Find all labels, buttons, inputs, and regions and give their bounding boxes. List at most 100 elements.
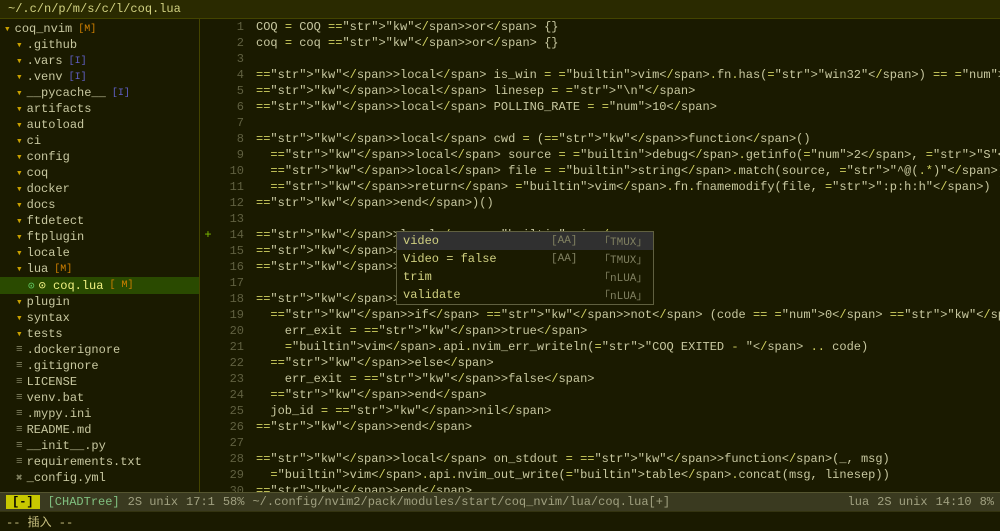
tree-item-license[interactable]: ≡ LICENSE bbox=[0, 374, 199, 390]
line-content-29: ="builtin">vim</span>.api.nvim_out_write… bbox=[252, 467, 1000, 483]
line-number-16: 16 bbox=[216, 259, 252, 275]
status-right-pos: 2S unix bbox=[877, 495, 927, 509]
line-number-5: 5 bbox=[216, 83, 252, 99]
tree-icon-coq_lua: ⊙ bbox=[28, 279, 35, 293]
code-line-20: 20 err_exit = =="str">"kw"</span>>true</… bbox=[200, 323, 1000, 339]
tree-item-config[interactable]: ▾config bbox=[0, 149, 199, 165]
editor-pane: 1COQ = COQ =="str">"kw"</span>>or</span>… bbox=[200, 19, 1000, 492]
tree-item-artifacts[interactable]: ▾artifacts bbox=[0, 101, 199, 117]
tree-label-license: LICENSE bbox=[27, 375, 77, 389]
tree-item-requirements[interactable]: ≡requirements.txt bbox=[0, 454, 199, 470]
tree-item-tests[interactable]: ▾ tests bbox=[0, 326, 199, 342]
tree-item-gitignore[interactable]: ≡.gitignore bbox=[0, 358, 199, 374]
tree-item-syntax[interactable]: ▾syntax bbox=[0, 310, 199, 326]
completion-item-3[interactable]: validate「nLUA」 bbox=[397, 286, 653, 304]
completion-popup[interactable]: video[AA]「TMUX」Video = false[AA]「TMUX」tr… bbox=[396, 231, 654, 305]
tree-item-init_py[interactable]: ≡__init__.py bbox=[0, 438, 199, 454]
tree-icon-license: ≡ bbox=[16, 376, 23, 388]
completion-kind-0: [AA] bbox=[551, 235, 591, 247]
tree-item-vars[interactable]: ▾.vars[I] bbox=[0, 53, 199, 69]
tree-item-lua[interactable]: ▾lua[M] bbox=[0, 261, 199, 277]
tree-item-coq_lua[interactable]: ⊙⊙ coq.lua[ M] bbox=[0, 277, 199, 294]
line-content-21: ="builtin">vim</span>.api.nvim_err_write… bbox=[252, 339, 1000, 355]
tree-label-config_yml: _config.yml bbox=[27, 471, 106, 485]
completion-item-1[interactable]: Video = false[AA]「TMUX」 bbox=[397, 250, 653, 268]
tree-icon-lua: ▾ bbox=[16, 262, 23, 276]
tree-icon-coq_nvim: ▾ bbox=[4, 22, 11, 36]
tree-label-tests: tests bbox=[27, 327, 63, 341]
code-line-24: 24 =="str">"kw"</span>>end</span> bbox=[200, 387, 1000, 403]
completion-extra-3: 「nLUA」 bbox=[599, 287, 647, 303]
tree-icon-autoload: ▾ bbox=[16, 118, 23, 132]
tree-item-venv[interactable]: ▾.venv[I] bbox=[0, 69, 199, 85]
status-right: lua 2S unix 14:10 8% bbox=[848, 495, 994, 509]
code-area[interactable]: 1COQ = COQ =="str">"kw"</span>>or</span>… bbox=[200, 19, 1000, 492]
code-line-30: 30=="str">"kw"</span>>end</span> bbox=[200, 483, 1000, 492]
tree-icon-tests: ▾ bbox=[16, 327, 23, 341]
line-number-3: 3 bbox=[216, 51, 252, 67]
tree-icon-syntax: ▾ bbox=[16, 311, 23, 325]
tree-item-ftplugin[interactable]: ▾ftplugin bbox=[0, 229, 199, 245]
tree-label-venv_bat: venv.bat bbox=[27, 391, 85, 405]
line-content-10: =="str">"kw"</span>>local</span> file = … bbox=[252, 163, 1000, 179]
tree-icon-docs: ▾ bbox=[16, 198, 23, 212]
tree-item-coq_nvim[interactable]: ▾coq_nvim[M] bbox=[0, 21, 199, 37]
code-line-22: 22 =="str">"kw"</span>>else</span> bbox=[200, 355, 1000, 371]
completion-kind-1: [AA] bbox=[551, 253, 591, 265]
tree-item-coq[interactable]: ▾coq bbox=[0, 165, 199, 181]
line-content-1: COQ = COQ =="str">"kw"</span>>or</span> … bbox=[252, 19, 1000, 35]
completion-item-0[interactable]: video[AA]「TMUX」 bbox=[397, 232, 653, 250]
status-left: [-] [CHADTree] 2S unix 17:1 58% ~/.confi… bbox=[6, 495, 670, 509]
tree-badge-lua: [M] bbox=[54, 264, 72, 275]
line-content-26: =="str">"kw"</span>>end</span> bbox=[252, 419, 1000, 435]
tree-item-mypy_ini[interactable]: ≡.mypy.ini bbox=[0, 406, 199, 422]
tree-label-mypy_ini: .mypy.ini bbox=[27, 407, 92, 421]
line-number-7: 7 bbox=[216, 115, 252, 131]
line-number-30: 30 bbox=[216, 483, 252, 492]
tree-item-github[interactable]: ▾.github bbox=[0, 37, 199, 53]
tree-item-config_yml[interactable]: ✖_config.yml bbox=[0, 470, 199, 486]
code-line-27: 27 bbox=[200, 435, 1000, 451]
tree-item-venv_bat[interactable]: ≡ venv.bat bbox=[0, 390, 199, 406]
tree-icon-readme: ≡ bbox=[16, 424, 23, 436]
line-content-4: =="str">"kw"</span>>local</span> is_win … bbox=[252, 67, 1000, 83]
tree-item-ci[interactable]: ▾ci bbox=[0, 133, 199, 149]
code-line-28: 28=="str">"kw"</span>>local</span> on_st… bbox=[200, 451, 1000, 467]
tree-label-config: config bbox=[27, 150, 70, 164]
tree-icon-gitignore: ≡ bbox=[16, 360, 23, 372]
line-content-19: =="str">"kw"</span>>if</span> =="str">"k… bbox=[252, 307, 1000, 323]
tree-item-pycache[interactable]: ▾__pycache__[I] bbox=[0, 85, 199, 101]
tree-icon-coq: ▾ bbox=[16, 166, 23, 180]
status-mode: [-] bbox=[6, 495, 40, 509]
insert-label: -- 插入 -- bbox=[6, 516, 73, 530]
tree-item-plugin[interactable]: ▾plugin bbox=[0, 294, 199, 310]
tree-item-dockerignore[interactable]: ≡.dockerignore bbox=[0, 342, 199, 358]
tree-label-ci: ci bbox=[27, 134, 41, 148]
tree-item-ftdetect[interactable]: ▾ftdetect bbox=[0, 213, 199, 229]
tree-label-ftdetect: ftdetect bbox=[27, 214, 85, 228]
completion-label-1: Video = false bbox=[403, 252, 543, 266]
tree-item-readme[interactable]: ≡README.md bbox=[0, 422, 199, 438]
tree-label-locale: locale bbox=[27, 246, 70, 260]
tree-item-docs[interactable]: ▾docs bbox=[0, 197, 199, 213]
line-number-27: 27 bbox=[216, 435, 252, 451]
line-number-25: 25 bbox=[216, 403, 252, 419]
tree-icon-artifacts: ▾ bbox=[16, 102, 23, 116]
tree-label-requirements: requirements.txt bbox=[27, 455, 142, 469]
tree-icon-venv: ▾ bbox=[16, 70, 23, 84]
completion-item-2[interactable]: trim「nLUA」 bbox=[397, 268, 653, 286]
tree-item-locale[interactable]: ▾locale bbox=[0, 245, 199, 261]
tree-label-venv: .venv bbox=[27, 70, 63, 84]
line-content-22: =="str">"kw"</span>>else</span> bbox=[252, 355, 1000, 371]
code-line-10: 10 =="str">"kw"</span>>local</span> file… bbox=[200, 163, 1000, 179]
tree-badge-coq_lua: [ M] bbox=[109, 280, 133, 291]
tree-icon-venv_bat: ≡ bbox=[16, 392, 23, 404]
file-tree-sidebar: ▾coq_nvim[M]▾.github▾.vars[I]▾.venv[I]▾_… bbox=[0, 19, 200, 492]
tree-item-autoload[interactable]: ▾autoload bbox=[0, 117, 199, 133]
completion-extra-0: 「TMUX」 bbox=[599, 233, 647, 249]
tree-icon-docker: ▾ bbox=[16, 182, 23, 196]
code-line-26: 26=="str">"kw"</span>>end</span> bbox=[200, 419, 1000, 435]
tree-item-docker[interactable]: ▾docker bbox=[0, 181, 199, 197]
code-line-7: 7 bbox=[200, 115, 1000, 131]
tree-icon-vars: ▾ bbox=[16, 54, 23, 68]
